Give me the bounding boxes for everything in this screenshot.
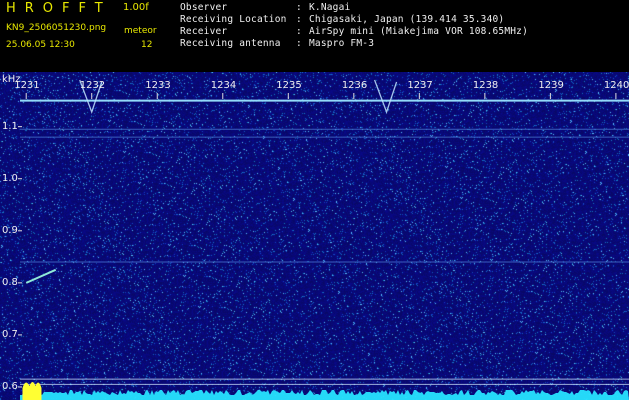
x-tick-label: 1231 bbox=[14, 80, 40, 91]
y-tick-label: 0.7 bbox=[2, 328, 18, 340]
meteor-label: meteor bbox=[124, 26, 157, 36]
info-colon: : bbox=[296, 2, 302, 13]
x-tick-label: 1233 bbox=[145, 80, 171, 91]
filename-label: KN9_2506051230.png bbox=[6, 23, 107, 33]
y-tick-label: 0.6 bbox=[2, 380, 18, 392]
y-tick-label: 0.8 bbox=[2, 276, 18, 288]
info-key-observer: Observer bbox=[180, 2, 228, 13]
info-colon: : bbox=[296, 26, 302, 37]
info-key-antenna: Receiving antenna bbox=[180, 38, 281, 49]
info-value-location: Chigasaki, Japan (139.414 35.340) bbox=[309, 14, 505, 25]
app-logo: HROFFT bbox=[6, 1, 112, 16]
x-tick-label: 1237 bbox=[407, 80, 433, 91]
y-tick-label: 1.1 bbox=[2, 120, 18, 132]
meteor-count: 12 bbox=[141, 40, 153, 50]
x-tick-label: 1240 bbox=[603, 80, 629, 91]
x-tick-label: 1239 bbox=[538, 80, 564, 91]
version-label: 1.00f bbox=[123, 2, 149, 13]
x-tick-label: 1236 bbox=[341, 80, 368, 91]
info-colon: : bbox=[296, 14, 302, 25]
info-key-receiver: Receiver bbox=[180, 26, 228, 37]
info-value-observer: K.Nagai bbox=[309, 2, 351, 13]
info-value-receiver: AirSpy mini (Miakejima VOR 108.65MHz) bbox=[309, 26, 529, 37]
timestamp-label: 25.06.05 12:30 bbox=[6, 40, 75, 50]
x-tick-label: 1234 bbox=[210, 80, 237, 91]
y-tick-label: 1.0 bbox=[2, 172, 18, 184]
x-tick-label: 1238 bbox=[472, 80, 499, 91]
spectrogram-canvas bbox=[0, 72, 629, 400]
info-value-antenna: Maspro FM-3 bbox=[309, 38, 375, 49]
x-tick-label: 1232 bbox=[79, 80, 106, 91]
info-colon: : bbox=[296, 38, 302, 49]
x-tick-label: 1235 bbox=[276, 80, 302, 91]
y-tick-label: 0.9 bbox=[2, 224, 18, 236]
header-panel: HROFFT 1.00f KN9_2506051230.png meteor 2… bbox=[0, 0, 629, 72]
info-key-location: Receiving Location bbox=[180, 14, 287, 25]
